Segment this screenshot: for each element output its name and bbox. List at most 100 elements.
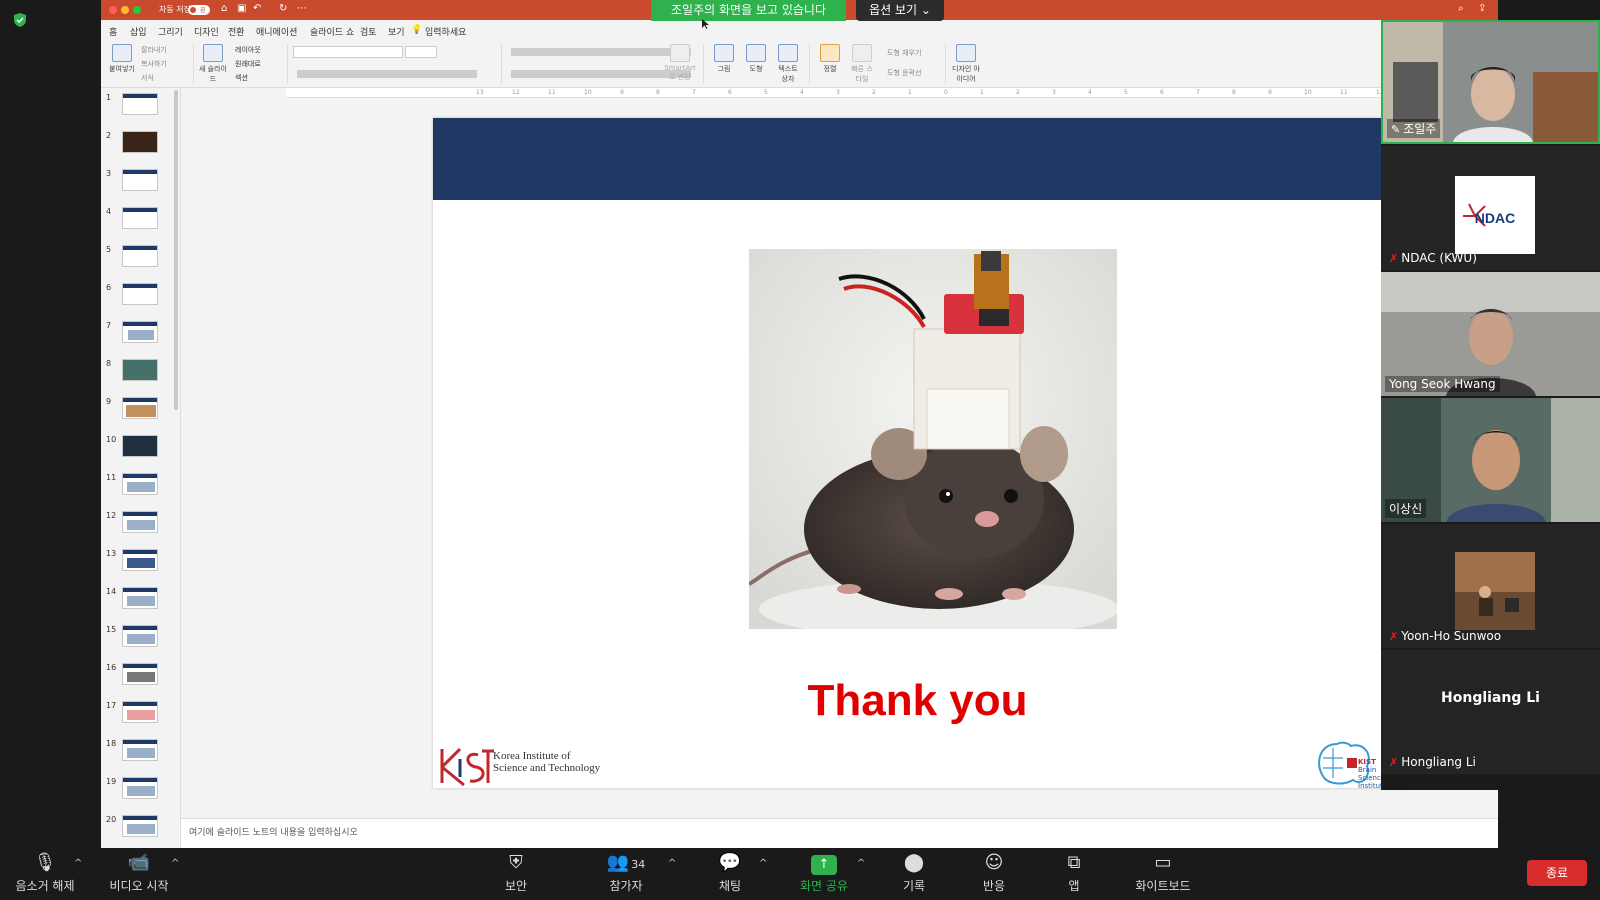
slide-thumbnail-11[interactable]: [122, 473, 158, 495]
security-button[interactable]: ⛨ 보안: [500, 852, 532, 894]
font-family-select[interactable]: [293, 46, 403, 58]
new-slide-button[interactable]: 새 슬라이드: [199, 44, 227, 84]
arrange-button[interactable]: 정렬: [817, 44, 843, 74]
more-icon[interactable]: ⋯: [297, 3, 307, 14]
font-format-buttons[interactable]: [297, 70, 477, 78]
chat-button[interactable]: 💬 채팅: [715, 852, 745, 894]
save-icon[interactable]: ▣: [237, 3, 246, 14]
slide-thumbnail-1[interactable]: [122, 93, 158, 115]
textbox-button[interactable]: 텍스트 상자: [775, 44, 801, 84]
slide-thumbnail-14[interactable]: [122, 587, 158, 609]
reset-button[interactable]: 원래대로: [235, 59, 261, 69]
home-icon[interactable]: ⌂: [221, 3, 227, 14]
participant-tile[interactable]: Yong Seok Hwang: [1381, 272, 1600, 396]
thumbnails-scrollbar[interactable]: [174, 90, 178, 410]
ruler-tick-label: 5: [1124, 89, 1128, 96]
ruler-tick-label: 8: [1232, 89, 1236, 96]
slide-thumbnail-17[interactable]: [122, 701, 158, 723]
design-ideas-icon: [956, 44, 976, 62]
picture-button[interactable]: 그림: [711, 44, 737, 74]
slide-thumbnail-2[interactable]: [122, 131, 158, 153]
slide-thumbnail-4[interactable]: [122, 207, 158, 229]
shape-fill-button[interactable]: 도형 채우기: [887, 48, 921, 58]
share-options-chevron-icon[interactable]: ^: [857, 858, 865, 869]
paste-button[interactable]: 붙여넣기: [107, 44, 137, 74]
slide-thumbnails-pane: 1 2 3 4 5 6 7 8 9 10 11 12 13 14 15 16 1…: [101, 88, 181, 848]
share-screen-button[interactable]: ↑ 화면 공유: [796, 852, 852, 894]
design-ideas-button[interactable]: 디자인 아이디어: [951, 44, 981, 84]
font-size-select[interactable]: [405, 46, 437, 58]
audio-options-chevron-icon[interactable]: ^: [74, 858, 82, 869]
redo-icon[interactable]: ↻: [279, 3, 287, 14]
quick-styles-button[interactable]: 빠른 스타일: [849, 44, 875, 84]
shape-button[interactable]: 도형: [743, 44, 769, 74]
apps-button[interactable]: ⧉ 앱: [1064, 852, 1084, 894]
layout-button[interactable]: 레이아웃: [235, 45, 261, 55]
autosave-toggle[interactable]: [188, 5, 210, 15]
participant-tile[interactable]: ✎ 조일주: [1381, 20, 1600, 144]
tab-insert[interactable]: 삽입: [130, 25, 147, 38]
shape-outline-button[interactable]: 도형 윤곽선: [887, 68, 921, 78]
reactions-button[interactable]: ☺ 반응: [979, 852, 1009, 894]
tab-review[interactable]: 검토: [360, 25, 377, 38]
tab-view[interactable]: 보기: [388, 25, 405, 38]
current-slide[interactable]: Thank you Korea Institute of Science and…: [433, 118, 1402, 790]
slide-thumbnail-5[interactable]: [122, 245, 158, 267]
start-video-button[interactable]: 📹 비디오 시작: [106, 852, 172, 894]
share-icon[interactable]: ⇪: [1478, 3, 1486, 14]
encryption-shield-icon[interactable]: [12, 12, 28, 28]
participants-options-chevron-icon[interactable]: ^: [668, 858, 676, 869]
tell-me-input[interactable]: 입력하세요: [425, 25, 466, 38]
format-painter-button[interactable]: 서식: [141, 73, 154, 83]
ruler-tick-label: 10: [584, 89, 592, 96]
unmute-button[interactable]: 🎙 음소거 해제: [12, 852, 78, 894]
slide-thumbnail-8[interactable]: [122, 359, 158, 381]
slide-thumbnail-15[interactable]: [122, 625, 158, 647]
tab-draw[interactable]: 그리기: [158, 25, 183, 38]
tab-transitions[interactable]: 전환: [228, 25, 245, 38]
minimize-window-icon[interactable]: [121, 6, 129, 14]
slide-thumbnail-3[interactable]: [122, 169, 158, 191]
participant-tile[interactable]: ✗ Yoon-Ho Sunwoo: [1381, 524, 1600, 648]
lightbulb-icon: 💡: [411, 25, 423, 35]
cut-button[interactable]: 잘라내기: [141, 45, 167, 55]
whiteboard-button[interactable]: ▭ 화이트보드: [1132, 852, 1194, 894]
participant-tile[interactable]: 이상신: [1381, 398, 1600, 522]
participant-name: ✎ 조일주: [1387, 119, 1441, 138]
view-options-button[interactable]: 옵션 보기 ⌄: [856, 0, 944, 21]
meeting-toolbar: 🎙 음소거 해제 ^ 📹 비디오 시작 ^ ⛨ 보안 👥 34 참가자 ^ 💬 채…: [0, 848, 1600, 900]
slide-thumbnail-10[interactable]: [122, 435, 158, 457]
participant-gallery: ✎조일주 NDAC ✗NDAC (KWU) Yong Seok Hwang: [1381, 20, 1600, 790]
record-button[interactable]: ⬤ 기록: [899, 852, 929, 894]
copy-button[interactable]: 복사하기: [141, 59, 167, 69]
section-button[interactable]: 섹션: [235, 73, 248, 83]
slide-thumbnail-20[interactable]: [122, 815, 158, 837]
undo-icon[interactable]: ↶: [253, 3, 261, 14]
share-screen-icon: ↑: [796, 852, 852, 875]
ruler-tick-label: 4: [1088, 89, 1092, 96]
slide-thumbnail-18[interactable]: [122, 739, 158, 761]
slide-thumbnail-19[interactable]: [122, 777, 158, 799]
slide-thumbnail-12[interactable]: [122, 511, 158, 533]
chat-options-chevron-icon[interactable]: ^: [759, 858, 767, 869]
slide-thumbnail-9[interactable]: [122, 397, 158, 419]
thank-you-text: Thank you: [807, 676, 1028, 725]
speaker-notes-pane[interactable]: 여기에 슬라이드 노트의 내용을 입력하십시오: [181, 818, 1498, 848]
close-window-icon[interactable]: [109, 6, 117, 14]
smartart-button[interactable]: SmartArt로 변환: [663, 44, 697, 82]
tab-design[interactable]: 디자인: [194, 25, 219, 38]
video-options-chevron-icon[interactable]: ^: [171, 858, 179, 869]
search-icon[interactable]: ⌕: [1458, 3, 1464, 14]
tab-slideshow[interactable]: 슬라이드 쇼: [310, 25, 354, 38]
participants-button[interactable]: 👥 34 참가자: [598, 852, 654, 894]
slide-thumbnail-6[interactable]: [122, 283, 158, 305]
zoom-window-icon[interactable]: [133, 6, 141, 14]
end-meeting-button[interactable]: 종료: [1527, 860, 1587, 886]
slide-thumbnail-7[interactable]: [122, 321, 158, 343]
slide-thumbnail-13[interactable]: [122, 549, 158, 571]
tab-animations[interactable]: 애니메이션: [256, 25, 297, 38]
participant-tile[interactable]: Hongliang Li ✗ Hongliang Li: [1381, 650, 1600, 774]
slide-thumbnail-16[interactable]: [122, 663, 158, 685]
participant-tile[interactable]: NDAC ✗ NDAC (KWU): [1381, 146, 1600, 270]
participant-name: Yong Seok Hwang: [1385, 376, 1500, 392]
